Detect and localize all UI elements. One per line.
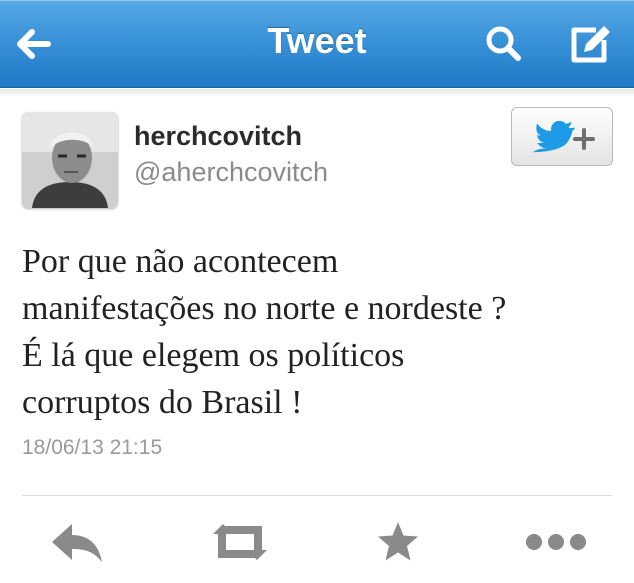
tweet-text: Por que não acontecem manifestações no n… [22, 238, 622, 426]
navigation-bar: Tweet [0, 0, 634, 88]
compose-button[interactable] [564, 18, 616, 70]
more-dots-icon [526, 534, 586, 550]
tweet-timestamp: 18/06/13 21:15 [22, 436, 163, 459]
tweet-text-line: corruptos do Brasil ! [22, 384, 303, 421]
retweet-button[interactable] [211, 520, 269, 564]
reply-button[interactable] [50, 520, 104, 564]
tweet-text-line: manifestações no norte e nordeste ? [22, 290, 507, 327]
follow-button[interactable] [511, 107, 613, 166]
author-display-name[interactable]: herchcovitch [134, 121, 302, 152]
reply-icon [52, 524, 102, 562]
plus-icon [573, 128, 595, 150]
search-icon [486, 26, 521, 61]
tweet-text-line: Por que não acontecem [22, 243, 339, 280]
user-photo [22, 112, 118, 208]
avatar[interactable] [22, 112, 118, 208]
favorite-button[interactable] [376, 520, 420, 564]
more-button[interactable] [524, 520, 588, 564]
author-handle[interactable]: @aherchcovitch [134, 157, 328, 188]
favorite-star-icon [378, 522, 418, 561]
page-title: Tweet [267, 20, 367, 61]
twitter-bird-icon [532, 120, 575, 153]
search-button[interactable] [478, 18, 530, 70]
compose-icon [571, 26, 610, 63]
navbar-shadow [0, 89, 634, 97]
tweet-text-line: É lá que elegem os políticos [22, 337, 405, 374]
divider [22, 495, 612, 496]
retweet-icon [213, 524, 267, 560]
